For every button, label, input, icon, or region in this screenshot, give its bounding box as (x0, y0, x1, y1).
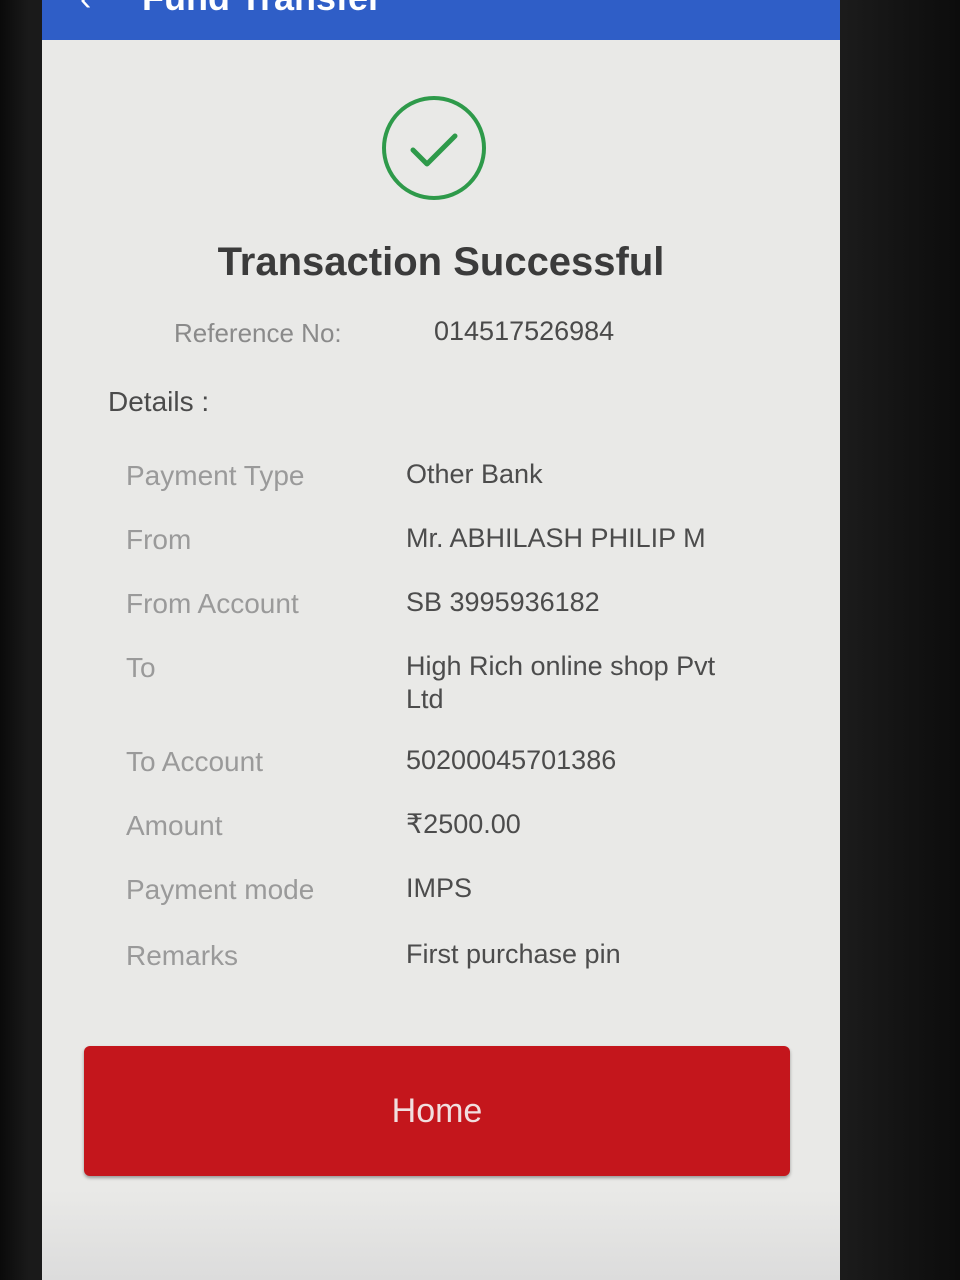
app-bar-title: Fund Transfer (142, 0, 382, 18)
home-button[interactable]: Home (84, 1046, 790, 1176)
detail-label: To Account (126, 746, 263, 777)
detail-value: 50200045701386 (406, 745, 617, 775)
detail-label: From Account (126, 588, 299, 619)
photo-frame: ‹ Fund Transfer Transaction Successful R… (0, 0, 960, 1280)
detail-value: Mr. ABHILASH PHILIP M (406, 523, 706, 553)
app-bar: ‹ Fund Transfer (42, 0, 840, 40)
reference-value: 014517526984 (434, 316, 615, 346)
detail-value: IMPS (406, 873, 473, 903)
detail-label: Amount (126, 810, 223, 841)
detail-value: ₹2500.00 (406, 809, 521, 839)
check-circle-icon (382, 96, 486, 200)
detail-label: Payment mode (126, 874, 315, 905)
detail-value: First purchase pin (406, 939, 621, 969)
detail-value: Other Bank (406, 459, 543, 489)
reference-label: Reference No: (174, 318, 342, 348)
detail-label: From (126, 524, 192, 555)
phone-screen: ‹ Fund Transfer Transaction Successful R… (42, 0, 840, 1280)
detail-label: To (126, 652, 156, 683)
details-heading: Details : (108, 386, 210, 417)
back-arrow-icon[interactable]: ‹ (80, 0, 91, 16)
detail-value: High Rich online shop Pvt Ltd (406, 651, 716, 714)
detail-value: SB 3995936182 (406, 587, 600, 617)
screen-bottom-fade (42, 1190, 840, 1280)
transaction-status-title: Transaction Successful (217, 240, 665, 284)
detail-label: Payment Type (126, 460, 305, 491)
detail-label: Remarks (126, 940, 239, 971)
